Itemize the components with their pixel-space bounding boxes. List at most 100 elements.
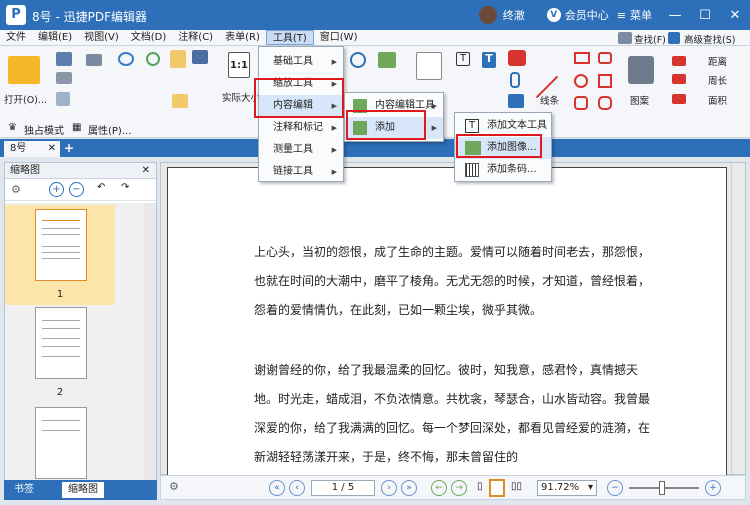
line-tool-label[interactable]: 线条 [540,93,559,107]
pattern-button[interactable]: 图案 [630,93,649,107]
pentagon-icon[interactable] [598,74,612,88]
thumbnail-page-2[interactable] [35,307,87,379]
advanced-search-button[interactable]: 高级查找(S) [684,32,735,46]
menu-file[interactable]: 文件 [0,30,32,45]
side-tab-bar: 书签 缩略图 [4,480,157,500]
back-icon[interactable] [146,52,160,66]
image-edit-icon[interactable] [378,52,396,68]
avatar[interactable] [478,6,497,24]
zoom-icon[interactable] [350,52,366,68]
settings-icon[interactable]: ⚙ [169,480,179,493]
continuous-page-icon[interactable] [489,479,505,497]
area-icon[interactable] [672,94,686,104]
document-tab[interactable]: 8号 ✕ [4,141,60,157]
advanced-search-icon[interactable] [668,32,680,44]
email-icon[interactable] [86,54,102,66]
save-icon[interactable] [56,52,72,66]
maximize-button[interactable]: ☐ [690,8,720,23]
rectangle-icon[interactable] [574,52,590,64]
text-icon[interactable]: T [482,52,496,68]
shape-icon[interactable] [598,96,612,110]
hamburger-icon[interactable]: ≡ [617,9,626,22]
cloud-icon[interactable] [574,96,588,110]
hand-icon[interactable] [170,50,186,68]
member-center-link[interactable]: 会员中心 [565,7,609,23]
edit-pencil-icon[interactable] [416,52,442,80]
zoom-in-button[interactable]: + [705,480,721,496]
prev-page-button[interactable]: ‹ [289,480,305,496]
menu-form[interactable]: 表单(R) [219,30,266,45]
actual-size-icon[interactable]: 1:1 [228,52,250,78]
menu-tools[interactable]: 工具(T) [265,30,314,45]
thumbnail-scrollbar[interactable] [144,203,156,481]
snapshot-icon[interactable] [172,94,188,108]
menu-item-annotate[interactable]: 注释和标记 ▶ [259,117,343,139]
forward-icon[interactable]: → [451,480,467,496]
bookmarks-tab[interactable]: 书签 [8,482,40,498]
zoom-select[interactable]: 91.72% ▾ [537,480,597,496]
submenu-arrow-icon: ▶ [331,168,337,176]
menu-item-link-tools[interactable]: 链接工具 ▶ [259,161,343,183]
rotate-left-icon[interactable]: ↶ [97,182,105,193]
menu-edit[interactable]: 编辑(E) [32,30,78,45]
panel-title-label: 缩略图 [10,165,40,176]
distance-icon[interactable] [672,56,686,66]
print-icon[interactable] [56,72,72,84]
menu-item-basic-tools[interactable]: 基础工具 ▶ [259,51,343,73]
search-button[interactable]: 查找(F) [634,32,666,46]
thumbnails-tab[interactable]: 缩略图 [62,482,104,498]
first-page-button[interactable]: « [269,480,285,496]
two-page-icon[interactable]: ▯▯ [511,481,522,492]
zoom-slider-handle[interactable] [659,481,665,495]
sound-icon[interactable] [508,94,524,108]
open-button[interactable]: 打开(O)... [4,92,47,106]
document-icon[interactable] [56,92,70,106]
zoom-out-icon[interactable]: − [69,182,84,197]
thumbnail-page-3[interactable] [35,407,87,479]
new-tab-icon[interactable]: + [64,141,74,155]
submenu-arrow-icon: ▶ [331,146,337,154]
undo-icon[interactable] [118,52,134,66]
close-tab-icon[interactable]: ✕ [48,141,56,157]
close-panel-icon[interactable]: ✕ [142,163,150,179]
menu-item-measure[interactable]: 测量工具 ▶ [259,139,343,161]
rotate-right-icon[interactable]: ↷ [121,182,129,193]
settings-icon[interactable]: ⚙ [11,183,21,196]
folder-icon[interactable] [8,56,40,84]
zoom-in-icon[interactable]: + [49,182,64,197]
single-page-icon[interactable]: ▯ [477,481,483,492]
menu-view[interactable]: 视图(V) [78,30,125,45]
menu-document[interactable]: 文档(D) [125,30,173,45]
back-icon[interactable]: ← [431,480,447,496]
zoom-out-button[interactable]: − [607,480,623,496]
crown-icon: ♛ [8,122,17,133]
perimeter-tool[interactable]: 周长 [708,73,727,87]
polygon-icon[interactable] [598,52,612,64]
note-icon[interactable] [508,50,526,66]
last-page-button[interactable]: » [401,480,417,496]
username[interactable]: 终澈 [503,7,525,23]
menu-window[interactable]: 窗口(W) [314,30,364,45]
exclusive-mode-button[interactable]: 独占模式 [24,122,64,137]
stamp-icon[interactable] [628,56,654,84]
attach-icon[interactable] [510,72,520,88]
perimeter-icon[interactable] [672,74,686,84]
text-field-icon[interactable]: T [456,52,470,66]
pdf-page[interactable]: 上心头，当初的怨恨，成了生命的主题。爱情可以随着时间老去，那怨恨，也就在时间的大… [167,167,727,476]
minimize-button[interactable]: — [660,8,690,23]
vertical-scrollbar[interactable] [731,163,745,474]
properties-button[interactable]: 属性(P)... [88,122,131,137]
search-icon[interactable] [618,32,632,44]
next-page-button[interactable]: › [381,480,397,496]
close-button[interactable]: ✕ [720,8,750,23]
menu-item-add-barcode[interactable]: 添加条码... [455,159,551,181]
distance-tool[interactable]: 距离 [708,54,727,68]
circle-icon[interactable] [574,74,588,88]
menu-comment[interactable]: 注释(C) [172,30,219,45]
submenu-arrow-icon: ▶ [331,124,337,132]
thumbnail-page-1[interactable] [35,209,87,281]
menu-button[interactable]: 菜单 [630,7,652,23]
area-tool[interactable]: 面积 [708,93,727,107]
camera-icon[interactable] [192,50,208,64]
page-input[interactable]: 1 / 5 [311,480,375,496]
